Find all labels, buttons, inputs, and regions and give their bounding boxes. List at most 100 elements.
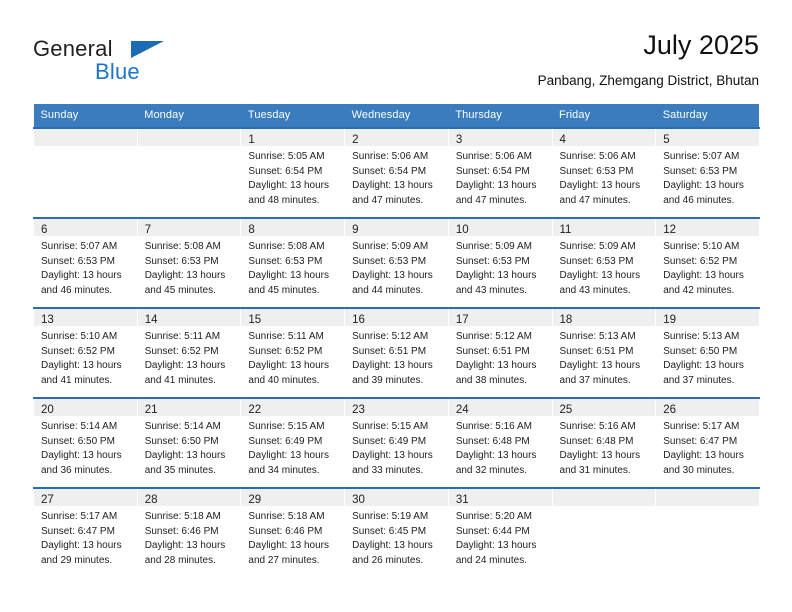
day-cell[interactable]: 13 Sunrise: 5:10 AM Sunset: 6:52 PM Dayligh… [33, 307, 138, 398]
day-details: Sunrise: 5:13 AM Sunset: 6:51 PM Daylight:… [553, 326, 656, 388]
day-cell[interactable]: 19 Sunrise: 5:13 AM Sunset: 6:50 PM Dayligh… [655, 307, 760, 398]
day-cell[interactable]: 4 Sunrise: 5:06 AM Sunset: 6:53 PM Daylight… [551, 127, 657, 218]
daylight-text-line1: Daylight: 13 hours [352, 360, 433, 372]
sunset-text: Sunset: 6:53 PM [144, 255, 219, 267]
sunset-text: Sunset: 6:53 PM [352, 255, 427, 267]
day-number-band: 20 [34, 399, 137, 416]
day-number: 14 [144, 314, 158, 326]
day-cell[interactable]: 20 Sunrise: 5:14 AM Sunset: 6:50 PM Dayligh… [33, 397, 138, 488]
day-number-band: 31 [448, 489, 552, 506]
daylight-text-line2: and 33 minutes. [352, 464, 424, 476]
day-number-band: 21 [137, 399, 241, 416]
day-number: 15 [248, 314, 262, 326]
day-number-band: 9 [345, 219, 448, 236]
daylight-text-line2: and 42 minutes. [663, 284, 735, 296]
sunset-text: Sunset: 6:53 PM [41, 255, 115, 267]
day-number-band [137, 129, 241, 146]
day-cell[interactable]: 17 Sunrise: 5:12 AM Sunset: 6:51 PM Dayligh… [447, 307, 553, 398]
day-cell[interactable]: 8 Sunrise: 5:08 AM Sunset: 6:53 PM Daylight… [240, 217, 346, 308]
day-cell[interactable]: 14 Sunrise: 5:11 AM Sunset: 6:52 PM Dayligh… [136, 307, 242, 398]
day-cell[interactable]: 23 Sunrise: 5:15 AM Sunset: 6:49 PM Dayligh… [344, 397, 449, 488]
sunrise-text: Sunrise: 5:07 AM [41, 241, 118, 252]
day-cell-empty [33, 127, 138, 218]
sunrise-text: Sunrise: 5:09 AM [455, 241, 532, 252]
weekday-header-sunday: Sunday [33, 104, 138, 128]
day-number: 20 [41, 404, 54, 416]
day-cell[interactable]: 6 Sunrise: 5:07 AM Sunset: 6:53 PM Daylight… [33, 217, 138, 308]
daylight-text-line1: Daylight: 13 hours [248, 360, 330, 372]
daylight-text-line2: and 29 minutes. [41, 554, 113, 566]
day-cell[interactable]: 1 Sunrise: 5:05 AM Sunset: 6:54 PM Daylight… [240, 127, 346, 218]
day-details: Sunrise: 5:08 AM Sunset: 6:53 PM Daylight:… [138, 236, 241, 298]
daylight-text-line1: Daylight: 13 hours [144, 540, 226, 552]
day-cell[interactable]: 10 Sunrise: 5:09 AM Sunset: 6:53 PM Dayligh… [447, 217, 553, 308]
day-cell[interactable]: 15 Sunrise: 5:11 AM Sunset: 6:52 PM Dayligh… [240, 307, 346, 398]
day-cell[interactable]: 30 Sunrise: 5:19 AM Sunset: 6:45 PM Dayligh… [344, 487, 449, 577]
day-cell[interactable]: 29 Sunrise: 5:18 AM Sunset: 6:46 PM Dayligh… [240, 487, 346, 577]
day-cell[interactable]: 9 Sunrise: 5:09 AM Sunset: 6:53 PM Daylight… [344, 217, 449, 308]
daylight-text-line1: Daylight: 13 hours [663, 360, 744, 372]
calendar-week-row: 1 Sunrise: 5:05 AM Sunset: 6:54 PM Daylight… [33, 127, 760, 218]
day-number-band: 13 [34, 309, 137, 326]
day-cell[interactable]: 25 Sunrise: 5:16 AM Sunset: 6:48 PM Dayligh… [551, 397, 657, 488]
sunset-text: Sunset: 6:53 PM [663, 165, 738, 177]
daylight-text-line1: Daylight: 13 hours [352, 450, 433, 462]
calendar-body: 1 Sunrise: 5:05 AM Sunset: 6:54 PM Daylight… [33, 127, 760, 577]
sunrise-text: Sunrise: 5:07 AM [663, 151, 740, 162]
day-details: Sunrise: 5:11 AM Sunset: 6:52 PM Daylight:… [138, 326, 241, 388]
day-cell[interactable]: 5 Sunrise: 5:07 AM Sunset: 6:53 PM Daylight… [655, 127, 760, 218]
sunset-text: Sunset: 6:53 PM [248, 255, 323, 267]
daylight-text-line2: and 37 minutes. [559, 374, 631, 386]
sunrise-text: Sunrise: 5:14 AM [144, 421, 221, 432]
day-number-band: 27 [34, 489, 137, 506]
sunrise-text: Sunrise: 5:16 AM [455, 421, 532, 432]
daylight-text-line2: and 28 minutes. [144, 554, 216, 566]
day-number-band: 1 [241, 129, 345, 146]
day-cell[interactable]: 12 Sunrise: 5:10 AM Sunset: 6:52 PM Dayligh… [655, 217, 760, 308]
sunrise-text: Sunrise: 5:17 AM [41, 511, 118, 522]
day-cell[interactable]: 22 Sunrise: 5:15 AM Sunset: 6:49 PM Dayligh… [240, 397, 346, 488]
day-cell[interactable]: 2 Sunrise: 5:06 AM Sunset: 6:54 PM Daylight… [344, 127, 449, 218]
daylight-text-line1: Daylight: 13 hours [248, 450, 330, 462]
day-cell[interactable]: 24 Sunrise: 5:16 AM Sunset: 6:48 PM Dayligh… [447, 397, 553, 488]
day-details: Sunrise: 5:07 AM Sunset: 6:53 PM Daylight:… [656, 146, 759, 208]
day-cell[interactable]: 28 Sunrise: 5:18 AM Sunset: 6:46 PM Dayligh… [136, 487, 242, 577]
day-number-band: 6 [34, 219, 137, 236]
day-cell[interactable]: 18 Sunrise: 5:13 AM Sunset: 6:51 PM Dayligh… [551, 307, 657, 398]
day-cell[interactable]: 27 Sunrise: 5:17 AM Sunset: 6:47 PM Dayligh… [33, 487, 138, 577]
weekday-header-saturday: Saturday [655, 104, 760, 128]
title-block: July 2025 Panbang, Zhemgang District, Bh… [538, 28, 759, 91]
day-number-band: 3 [448, 129, 552, 146]
day-number-band: 17 [448, 309, 552, 326]
sunrise-text: Sunrise: 5:05 AM [248, 151, 325, 162]
sunset-text: Sunset: 6:50 PM [663, 345, 738, 357]
daylight-text-line2: and 36 minutes. [41, 464, 113, 476]
daylight-text-line1: Daylight: 13 hours [455, 450, 537, 462]
day-cell[interactable]: 11 Sunrise: 5:09 AM Sunset: 6:53 PM Dayligh… [551, 217, 657, 308]
day-number-band: 18 [552, 309, 656, 326]
day-number-band: 15 [241, 309, 345, 326]
day-number: 13 [41, 314, 54, 326]
day-number: 25 [559, 404, 573, 416]
day-cell[interactable]: 31 Sunrise: 5:20 AM Sunset: 6:44 PM Dayligh… [447, 487, 553, 577]
day-cell[interactable]: 7 Sunrise: 5:08 AM Sunset: 6:53 PM Daylight… [136, 217, 242, 308]
day-details: Sunrise: 5:17 AM Sunset: 6:47 PM Daylight:… [656, 416, 759, 478]
day-cell[interactable]: 3 Sunrise: 5:06 AM Sunset: 6:54 PM Daylight… [447, 127, 553, 218]
day-cell-empty [136, 127, 242, 218]
day-details: Sunrise: 5:10 AM Sunset: 6:52 PM Daylight:… [656, 236, 759, 298]
day-number: 28 [144, 494, 158, 506]
day-number: 10 [455, 224, 469, 236]
sunrise-text: Sunrise: 5:16 AM [559, 421, 636, 432]
day-number: 18 [559, 314, 573, 326]
day-cell[interactable]: 26 Sunrise: 5:17 AM Sunset: 6:47 PM Dayligh… [655, 397, 760, 488]
sunrise-text: Sunrise: 5:12 AM [352, 331, 429, 342]
day-cell[interactable]: 16 Sunrise: 5:12 AM Sunset: 6:51 PM Dayligh… [344, 307, 449, 398]
sunrise-text: Sunrise: 5:06 AM [352, 151, 429, 162]
weekday-header-monday: Monday [137, 104, 241, 128]
day-cell[interactable]: 21 Sunrise: 5:14 AM Sunset: 6:50 PM Dayligh… [136, 397, 242, 488]
calendar-week-row: 13 Sunrise: 5:10 AM Sunset: 6:52 PM Dayligh… [33, 307, 760, 398]
sunrise-text: Sunrise: 5:06 AM [559, 151, 636, 162]
daylight-text-line2: and 40 minutes. [248, 374, 320, 386]
day-details [656, 506, 759, 510]
daylight-text-line2: and 26 minutes. [352, 554, 424, 566]
